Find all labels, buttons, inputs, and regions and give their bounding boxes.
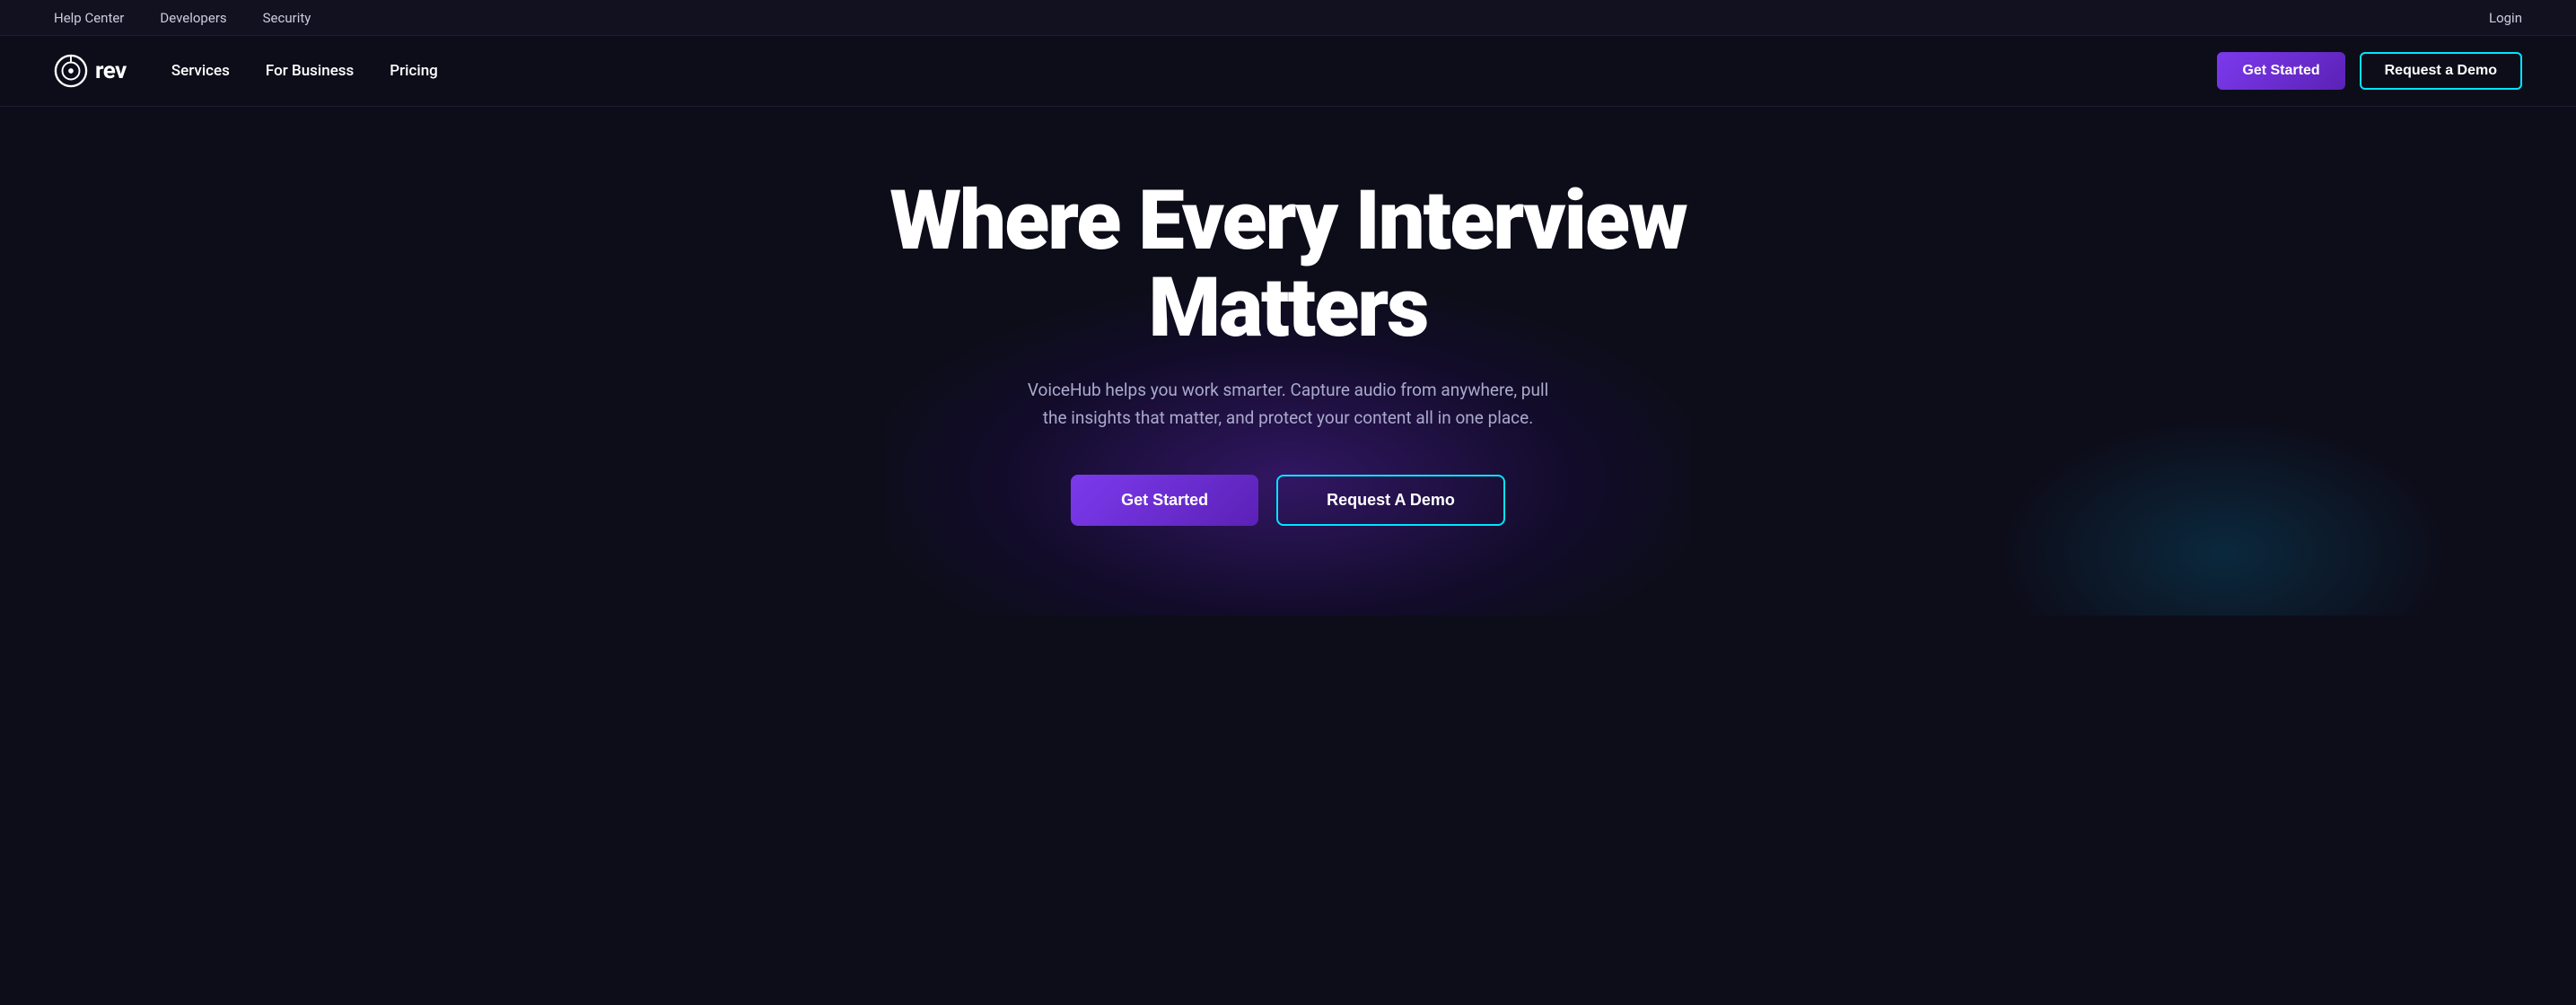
hero-subtitle: VoiceHub helps you work smarter. Capture… <box>1019 377 1557 432</box>
hero-section: Where Every Interview Matters VoiceHub h… <box>0 107 2576 616</box>
nav-get-started-button[interactable]: Get Started <box>2217 52 2344 90</box>
nav-links: Services For Business Pricing <box>171 62 438 80</box>
login-link[interactable]: Login <box>2489 10 2522 26</box>
hero-content: Where Every Interview Matters VoiceHub h… <box>794 179 1782 526</box>
hero-title: Where Every Interview Matters <box>794 179 1782 352</box>
top-bar: Help Center Developers Security Login <box>0 0 2576 36</box>
top-bar-right: Login <box>2489 9 2522 26</box>
services-nav-link[interactable]: Services <box>171 62 230 80</box>
help-center-link[interactable]: Help Center <box>54 10 124 26</box>
top-bar-links: Help Center Developers Security <box>54 10 311 26</box>
pricing-nav-link[interactable]: Pricing <box>390 62 438 80</box>
main-nav: rev Services For Business Pricing Get St… <box>0 36 2576 107</box>
logo[interactable]: rev <box>54 54 127 88</box>
hero-buttons: Get Started Request A Demo <box>794 475 1782 526</box>
rev-logo-icon <box>54 54 88 88</box>
for-business-nav-link[interactable]: For Business <box>266 62 354 80</box>
hero-request-demo-button[interactable]: Request A Demo <box>1276 475 1505 526</box>
nav-left: rev Services For Business Pricing <box>54 54 438 88</box>
developers-link[interactable]: Developers <box>160 10 226 26</box>
security-link[interactable]: Security <box>263 10 311 26</box>
hero-get-started-button[interactable]: Get Started <box>1071 475 1258 526</box>
nav-right: Get Started Request a Demo <box>2217 52 2522 90</box>
logo-text: rev <box>95 57 127 84</box>
nav-request-demo-button[interactable]: Request a Demo <box>2360 52 2522 90</box>
